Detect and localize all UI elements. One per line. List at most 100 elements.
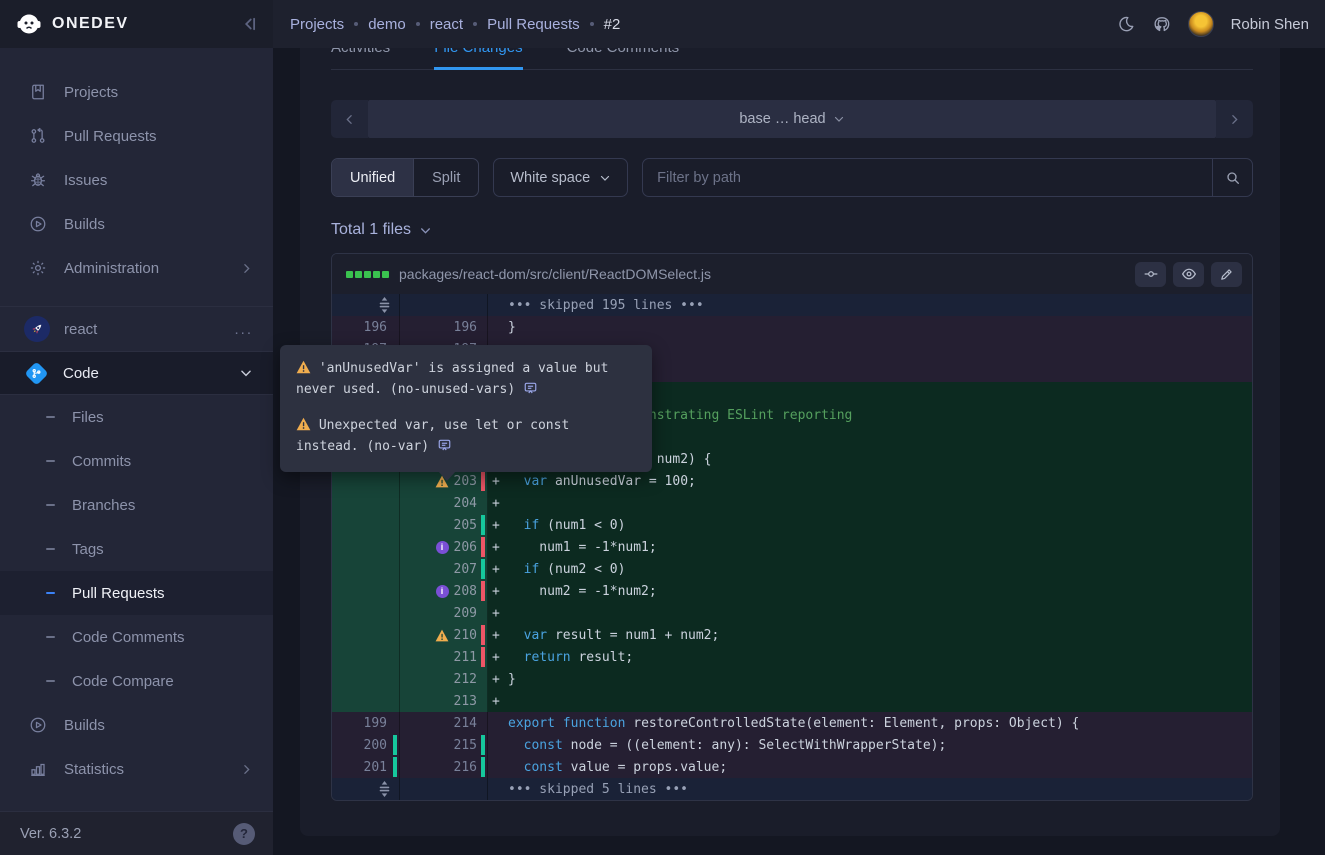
old-line-gutter (332, 514, 400, 536)
range-selector[interactable]: base … head (368, 100, 1216, 138)
sidebar-section-code[interactable]: Code (0, 351, 273, 395)
range-prev-button[interactable] (331, 100, 368, 138)
code-cell: + (488, 602, 1252, 624)
comment-bubble-icon[interactable] (523, 381, 538, 401)
bar-chart-icon (28, 760, 48, 778)
old-line-number: 196 (364, 320, 387, 335)
coverage-bar-teal (393, 757, 397, 777)
path-filter (642, 158, 1253, 197)
tab-code-comments[interactable]: Code Comments (567, 48, 680, 70)
breadcrumb-separator (416, 22, 420, 26)
diff-skipped-row: ••• skipped 195 lines ••• (332, 294, 1252, 316)
lint-message-text: 'anUnusedVar' is assigned a value but ne… (296, 361, 608, 397)
old-line-gutter: 199 (332, 712, 400, 734)
filter-by-path-input[interactable] (643, 159, 1212, 196)
sidebar-item-tags[interactable]: Tags (0, 527, 273, 571)
diff-file-header: packages/react-dom/src/client/ReactDOMSe… (332, 254, 1252, 294)
edit-file-button[interactable] (1211, 262, 1242, 287)
moon-icon[interactable] (1117, 15, 1135, 33)
diff-row: 211+ return result; (332, 646, 1252, 668)
sidebar-item-commits[interactable]: Commits (0, 439, 273, 483)
more-menu-icon[interactable]: ... (234, 321, 253, 338)
chevron-right-icon (240, 262, 253, 275)
new-line-gutter: 196 (400, 316, 488, 338)
skipped-lines-label: ••• skipped 5 lines ••• (508, 782, 688, 797)
commit-button[interactable] (1135, 262, 1166, 287)
diff-row: i208+ num2 = -1*num2; (332, 580, 1252, 602)
app-root: ONEDEV Projects demo react Pull Requests… (0, 0, 1325, 855)
new-line-number: 210 (454, 628, 477, 643)
code-cell: + (488, 492, 1252, 514)
gear-icon (28, 259, 48, 277)
tab-activities[interactable]: Activities (331, 48, 390, 70)
diff-row: 207+ if (num2 < 0) (332, 558, 1252, 580)
new-line-gutter: 210 (400, 624, 488, 646)
sidebar-item-label: Statistics (64, 761, 124, 778)
coverage-bar-teal (481, 757, 485, 777)
view-file-button[interactable] (1173, 262, 1204, 287)
brand-area: ONEDEV (0, 0, 273, 48)
sidebar-item-issues[interactable]: Issues (0, 158, 273, 202)
sidebar-item-label: Issues (64, 172, 107, 189)
old-line-gutter (332, 668, 400, 690)
code-cell: + var anUnusedVar = 100; (488, 470, 1252, 492)
unified-button[interactable]: Unified (332, 159, 413, 196)
breadcrumb-react[interactable]: react (430, 16, 463, 33)
code-line: } (508, 672, 516, 687)
sidebar-item-pull-requests-sub[interactable]: Pull Requests (0, 571, 273, 615)
sidebar-item-code-compare[interactable]: Code Compare (0, 659, 273, 703)
info-icon[interactable]: i (436, 585, 449, 598)
sidebar-item-code-comments[interactable]: Code Comments (0, 615, 273, 659)
sidebar-item-label: Projects (64, 84, 118, 101)
code-line: var anUnusedVar = 100; (508, 474, 696, 489)
new-line-gutter: i206 (400, 536, 488, 558)
code-cell: ••• skipped 5 lines ••• (488, 778, 1252, 800)
old-line-gutter: 200 (332, 734, 400, 756)
warning-icon[interactable] (435, 628, 449, 642)
lint-message: Unexpected var, use let or const instead… (296, 416, 636, 458)
breadcrumb-projects[interactable]: Projects (290, 16, 344, 33)
sidebar-item-pull-requests[interactable]: Pull Requests (0, 114, 273, 158)
file-path[interactable]: packages/react-dom/src/client/ReactDOMSe… (399, 266, 711, 282)
breadcrumb-separator (473, 22, 477, 26)
diff-row: 196196} (332, 316, 1252, 338)
sidebar-item-builds[interactable]: Builds (0, 202, 273, 246)
app-name: ONEDEV (52, 15, 129, 33)
whitespace-dropdown[interactable]: White space (493, 158, 628, 197)
user-name[interactable]: Robin Shen (1231, 16, 1309, 33)
sidebar-footer: Ver. 6.3.2 ? (0, 811, 273, 855)
breadcrumb-demo[interactable]: demo (368, 16, 406, 33)
new-line-gutter: i208 (400, 580, 488, 602)
code-cell: + num2 = -1*num2; (488, 580, 1252, 602)
sidebar-project-react[interactable]: react ... (0, 307, 273, 351)
range-next-button[interactable] (1216, 100, 1253, 138)
breadcrumb-pull-requests[interactable]: Pull Requests (487, 16, 580, 33)
code-line: return result; (508, 650, 633, 665)
old-line-number: 200 (364, 738, 387, 753)
github-icon[interactable] (1152, 15, 1171, 34)
old-line-gutter (332, 690, 400, 712)
tab-file-changes[interactable]: File Changes (434, 48, 522, 70)
sidebar-nav: Projects Pull Requests Issues Builds Adm… (0, 48, 273, 791)
pr-tabs: Activities File Changes Code Comments (331, 48, 1253, 70)
new-line-number: 211 (454, 650, 477, 665)
stat-square (364, 271, 371, 278)
sidebar-item-label: Code Compare (72, 673, 174, 690)
user-avatar[interactable] (1188, 11, 1214, 37)
help-icon[interactable]: ? (233, 823, 255, 845)
split-button[interactable]: Split (413, 159, 478, 196)
search-button[interactable] (1212, 159, 1252, 196)
sidebar-collapse-icon[interactable] (241, 15, 259, 33)
sidebar-item-branches[interactable]: Branches (0, 483, 273, 527)
sidebar-item-statistics[interactable]: Statistics (0, 747, 273, 791)
sidebar-item-files[interactable]: Files (0, 395, 273, 439)
sidebar-item-projects[interactable]: Projects (0, 70, 273, 114)
info-icon[interactable]: i (436, 541, 449, 554)
total-files-dropdown[interactable]: Total 1 files (331, 221, 432, 239)
onedev-logo-icon[interactable] (16, 11, 42, 37)
expand-lines-icon[interactable] (378, 781, 391, 797)
sidebar-item-project-builds[interactable]: Builds (0, 703, 273, 747)
comment-bubble-icon[interactable] (437, 438, 452, 458)
expand-lines-icon[interactable] (378, 297, 391, 313)
sidebar-item-administration[interactable]: Administration (0, 246, 273, 290)
